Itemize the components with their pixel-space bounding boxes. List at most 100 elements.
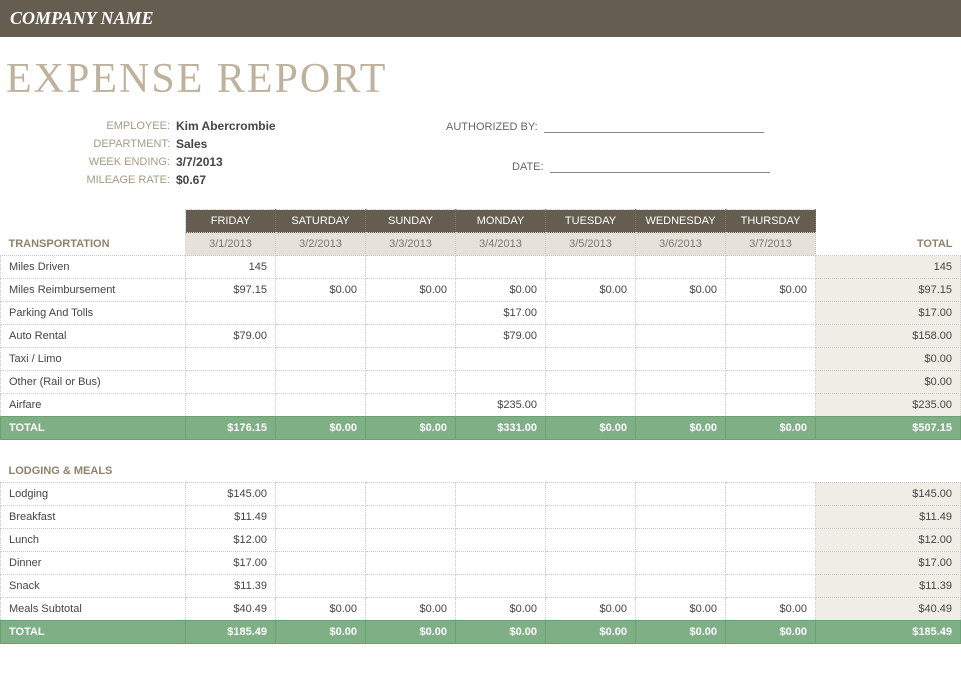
row-1-0-label: Lodging [1,482,186,505]
row-1-1-cell-4 [546,505,636,528]
row-0-1-cell-5: $0.00 [636,279,726,302]
row-1-5-cell-0: $40.49 [186,597,276,620]
section-1-blank-total [816,460,961,483]
row-1-2-cell-2 [366,528,456,551]
row-0-5-cell-5 [636,371,726,394]
row-1-2-label: Lunch [1,528,186,551]
row-0-3-cell-2 [366,325,456,348]
header-day-2: SUNDAY [366,210,456,233]
row-0-0-label: Miles Driven [1,256,186,279]
row-1-0-cell-6 [726,482,816,505]
row-0-1-cell-6: $0.00 [726,279,816,302]
row-0-4-total: $0.00 [816,348,961,371]
row-0-3-total: $158.00 [816,325,961,348]
header-day-4: TUESDAY [546,210,636,233]
row-0-5-total: $0.00 [816,371,961,394]
row-0-0-cell-6 [726,256,816,279]
section-1-name: LODGING & MEALS [1,460,186,483]
row-0-4-cell-1 [276,348,366,371]
row-1-2-cell-1 [276,528,366,551]
row-0-3-cell-3: $79.00 [456,325,546,348]
row-0-5-cell-6 [726,371,816,394]
row-0-0-cell-3 [456,256,546,279]
row-0-3-label: Auto Rental [1,325,186,348]
row-0-2-cell-5 [636,302,726,325]
row-1-4-cell-3 [456,574,546,597]
row-0-5-cell-4 [546,371,636,394]
meta-block: EMPLOYEE: Kim Abercrombie DEPARTMENT: Sa… [0,117,961,209]
header-day-1: SATURDAY [276,210,366,233]
row-0-6-cell-1 [276,394,366,417]
row-0-6-cell-2 [366,394,456,417]
row-1-0-cell-1 [276,482,366,505]
row-1-0-total: $145.00 [816,482,961,505]
row-0-6-cell-6 [726,394,816,417]
row-0-4-label: Taxi / Limo [1,348,186,371]
row-0-6-total: $235.00 [816,394,961,417]
row-1-4-cell-5 [636,574,726,597]
authorized-by-label: AUTHORIZED BY: [446,121,542,133]
row-1-3-label: Dinner [1,551,186,574]
row-1-1-cell-1 [276,505,366,528]
row-0-1-cell-1: $0.00 [276,279,366,302]
header-date-4: 3/5/2013 [546,233,636,256]
row-1-3-cell-3 [456,551,546,574]
row-0-4-cell-3 [456,348,546,371]
section-0-total-2: $0.00 [366,417,456,440]
row-1-2-total: $12.00 [816,528,961,551]
spacer [1,440,961,460]
row-0-0-cell-0: 145 [186,256,276,279]
row-1-2-cell-3 [456,528,546,551]
row-1-5-cell-1: $0.00 [276,597,366,620]
section-1-total-5: $0.00 [636,620,726,643]
section-0-total-3: $331.00 [456,417,546,440]
row-0-0-cell-2 [366,256,456,279]
row-0-3-cell-0: $79.00 [186,325,276,348]
row-1-2-cell-0: $12.00 [186,528,276,551]
header-date-0: 3/1/2013 [186,233,276,256]
row-0-6-cell-5 [636,394,726,417]
section-0-total-4: $0.00 [546,417,636,440]
page-title: EXPENSE REPORT [0,37,961,117]
section-0-total-6: $0.00 [726,417,816,440]
row-0-4-cell-6 [726,348,816,371]
section-1-total-6: $0.00 [726,620,816,643]
row-0-1-total: $97.15 [816,279,961,302]
row-0-2-cell-6 [726,302,816,325]
row-0-1-cell-3: $0.00 [456,279,546,302]
section-1-blank-5 [636,460,726,483]
row-1-1-label: Breakfast [1,505,186,528]
department-value: Sales [176,137,207,151]
section-1-total-2: $0.00 [366,620,456,643]
section-1-total-label: TOTAL [1,620,186,643]
row-1-3-cell-1 [276,551,366,574]
total-header: TOTAL [816,233,961,256]
expense-table: FRIDAYSATURDAYSUNDAYMONDAYTUESDAYWEDNESD… [0,209,961,644]
row-1-5-cell-5: $0.00 [636,597,726,620]
row-0-0-cell-5 [636,256,726,279]
employee-value: Kim Abercrombie [176,119,276,133]
header-day-5: WEDNESDAY [636,210,726,233]
row-0-2-cell-4 [546,302,636,325]
row-0-1-cell-2: $0.00 [366,279,456,302]
row-1-1-cell-2 [366,505,456,528]
row-1-1-cell-0: $11.49 [186,505,276,528]
row-1-5-label: Meals Subtotal [1,597,186,620]
section-0-total-0: $176.15 [186,417,276,440]
section-0-grandtotal: $507.15 [816,417,961,440]
row-1-4-label: Snack [1,574,186,597]
section-0-name: TRANSPORTATION [1,233,186,256]
row-1-4-cell-4 [546,574,636,597]
row-1-1-cell-5 [636,505,726,528]
section-1-blank-6 [726,460,816,483]
section-0-total-1: $0.00 [276,417,366,440]
row-0-0-cell-4 [546,256,636,279]
header-date-6: 3/7/2013 [726,233,816,256]
mileage-rate-label: MILEAGE RATE: [6,174,176,186]
header-day-6: THURSDAY [726,210,816,233]
row-1-0-cell-5 [636,482,726,505]
row-1-3-cell-6 [726,551,816,574]
row-1-1-total: $11.49 [816,505,961,528]
row-0-3-cell-5 [636,325,726,348]
row-0-5-cell-3 [456,371,546,394]
